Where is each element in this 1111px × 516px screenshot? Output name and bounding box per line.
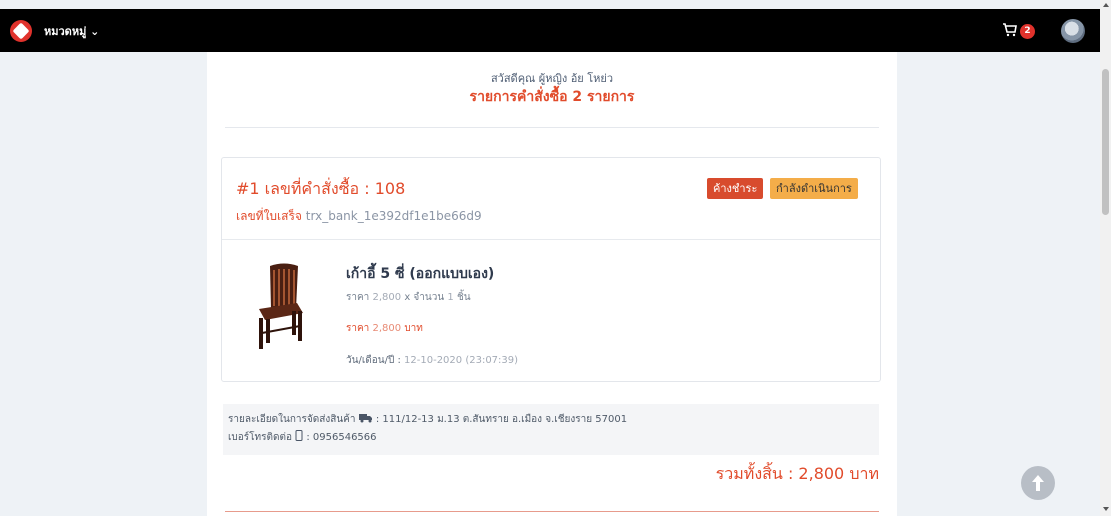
- customer-greeting: สวัสดีคุณ ผู้หญิง อ้ย โหย่ว: [490, 72, 614, 85]
- receipt-label: เลขที่ใบเสร็จ: [236, 209, 302, 223]
- category-menu-label: หมวดหมู่: [44, 25, 87, 38]
- order-content: สวัสดีคุณ ผู้หญิง อ้ย โหย่ว รายการคำสั่ง…: [207, 52, 897, 516]
- order-card: #1 เลขที่คำสั่งซื้อ : 108 เลขที่ใบเสร็จ …: [221, 157, 881, 382]
- order-date-label: วัน/เดือน/ปี :: [346, 355, 401, 366]
- browser-frame: หมวดหมู่ ⌄ 2 สวัสดีคุณ ผู้หญิง อ้ย โหย่ว…: [0, 0, 1111, 516]
- scroll-up-icon[interactable]: [1103, 3, 1109, 7]
- shipping-address: : 111/12-13 ม.13 ต.สันทราย อ.เมือง จ.เชี…: [375, 414, 628, 425]
- chevron-down-icon: ⌄: [90, 25, 100, 38]
- phone-number: : 0956546566: [306, 432, 377, 443]
- back-to-top-button[interactable]: [1021, 466, 1055, 500]
- cart-button[interactable]: 2: [1002, 20, 1038, 42]
- shipping-label: รายละเอียดในการจัดส่งสินค้า: [228, 414, 356, 425]
- shipping-details: รายละเอียดในการจัดส่งสินค้า : 111/12-13 …: [223, 404, 879, 455]
- arrow-up-icon: [1032, 475, 1044, 491]
- category-menu[interactable]: หมวดหมู่ ⌄: [44, 22, 99, 40]
- scroll-thumb[interactable]: [1102, 69, 1109, 215]
- order-date: วัน/เดือน/ปี : 12-10-2020 (23:07:39): [346, 353, 518, 368]
- order-date-value: 12-10-2020 (23:07:39): [404, 355, 519, 366]
- top-navbar: หมวดหมู่ ⌄ 2: [0, 9, 1100, 52]
- cart-icon: [1003, 23, 1017, 37]
- order-list-title: รายการคำสั่งซื้อ 2 รายการ: [469, 89, 635, 105]
- unit-price-value: 2,800: [372, 292, 402, 303]
- quantity-unit: ชิ้น: [456, 292, 471, 303]
- product-price-quantity: ราคา 2,800 x จำนวน 1 ชิ้น: [346, 290, 471, 305]
- product-total-unit: บาท: [404, 323, 423, 334]
- quantity-label: จำนวน: [413, 292, 445, 303]
- grand-total: รวมทั้งสิ้น : 2,800 บาท: [715, 464, 879, 483]
- quantity-value: 1: [447, 292, 454, 303]
- processing-status-badge: กำลังดำเนินการ: [770, 178, 858, 199]
- cart-count-badge: 2: [1020, 24, 1035, 39]
- unit-price-label: ราคา: [346, 292, 370, 303]
- logo-heart-shape: [12, 22, 30, 40]
- payment-status-badge: ค้างชำระ: [707, 178, 764, 199]
- product-total-value: 2,800: [372, 323, 402, 334]
- chair-product-image: [259, 263, 303, 349]
- contact-phone-line: เบอร์โทรติดต่อ : 0956546566: [228, 430, 377, 445]
- order-number: #1 เลขที่คำสั่งซื้อ : 108: [236, 179, 406, 198]
- vertical-scrollbar[interactable]: [1100, 0, 1111, 516]
- product-total: ราคา 2,800 บาท: [346, 321, 423, 336]
- receipt-value: trx_bank_1e392df1e1be66d9: [305, 209, 482, 223]
- title-divider: [225, 127, 879, 128]
- product-name: เก้าอี้ 5 ซี่ (ออกแบบเอง): [346, 266, 495, 282]
- user-avatar[interactable]: [1061, 19, 1085, 43]
- order-header: #1 เลขที่คำสั่งซื้อ : 108 เลขที่ใบเสร็จ …: [222, 158, 880, 240]
- scroll-down-icon[interactable]: [1103, 507, 1109, 511]
- heart-logo-icon[interactable]: [10, 20, 32, 42]
- quantity-separator: x: [404, 292, 411, 303]
- shipping-address-line: รายละเอียดในการจัดส่งสินค้า : 111/12-13 …: [228, 412, 627, 427]
- bottom-divider: [225, 511, 879, 512]
- product-total-label: ราคา: [346, 323, 370, 334]
- phone-icon: [295, 430, 303, 441]
- phone-label: เบอร์โทรติดต่อ: [228, 432, 292, 443]
- truck-icon: [358, 414, 372, 423]
- receipt-number: เลขที่ใบเสร็จ trx_bank_1e392df1e1be66d9: [236, 207, 482, 226]
